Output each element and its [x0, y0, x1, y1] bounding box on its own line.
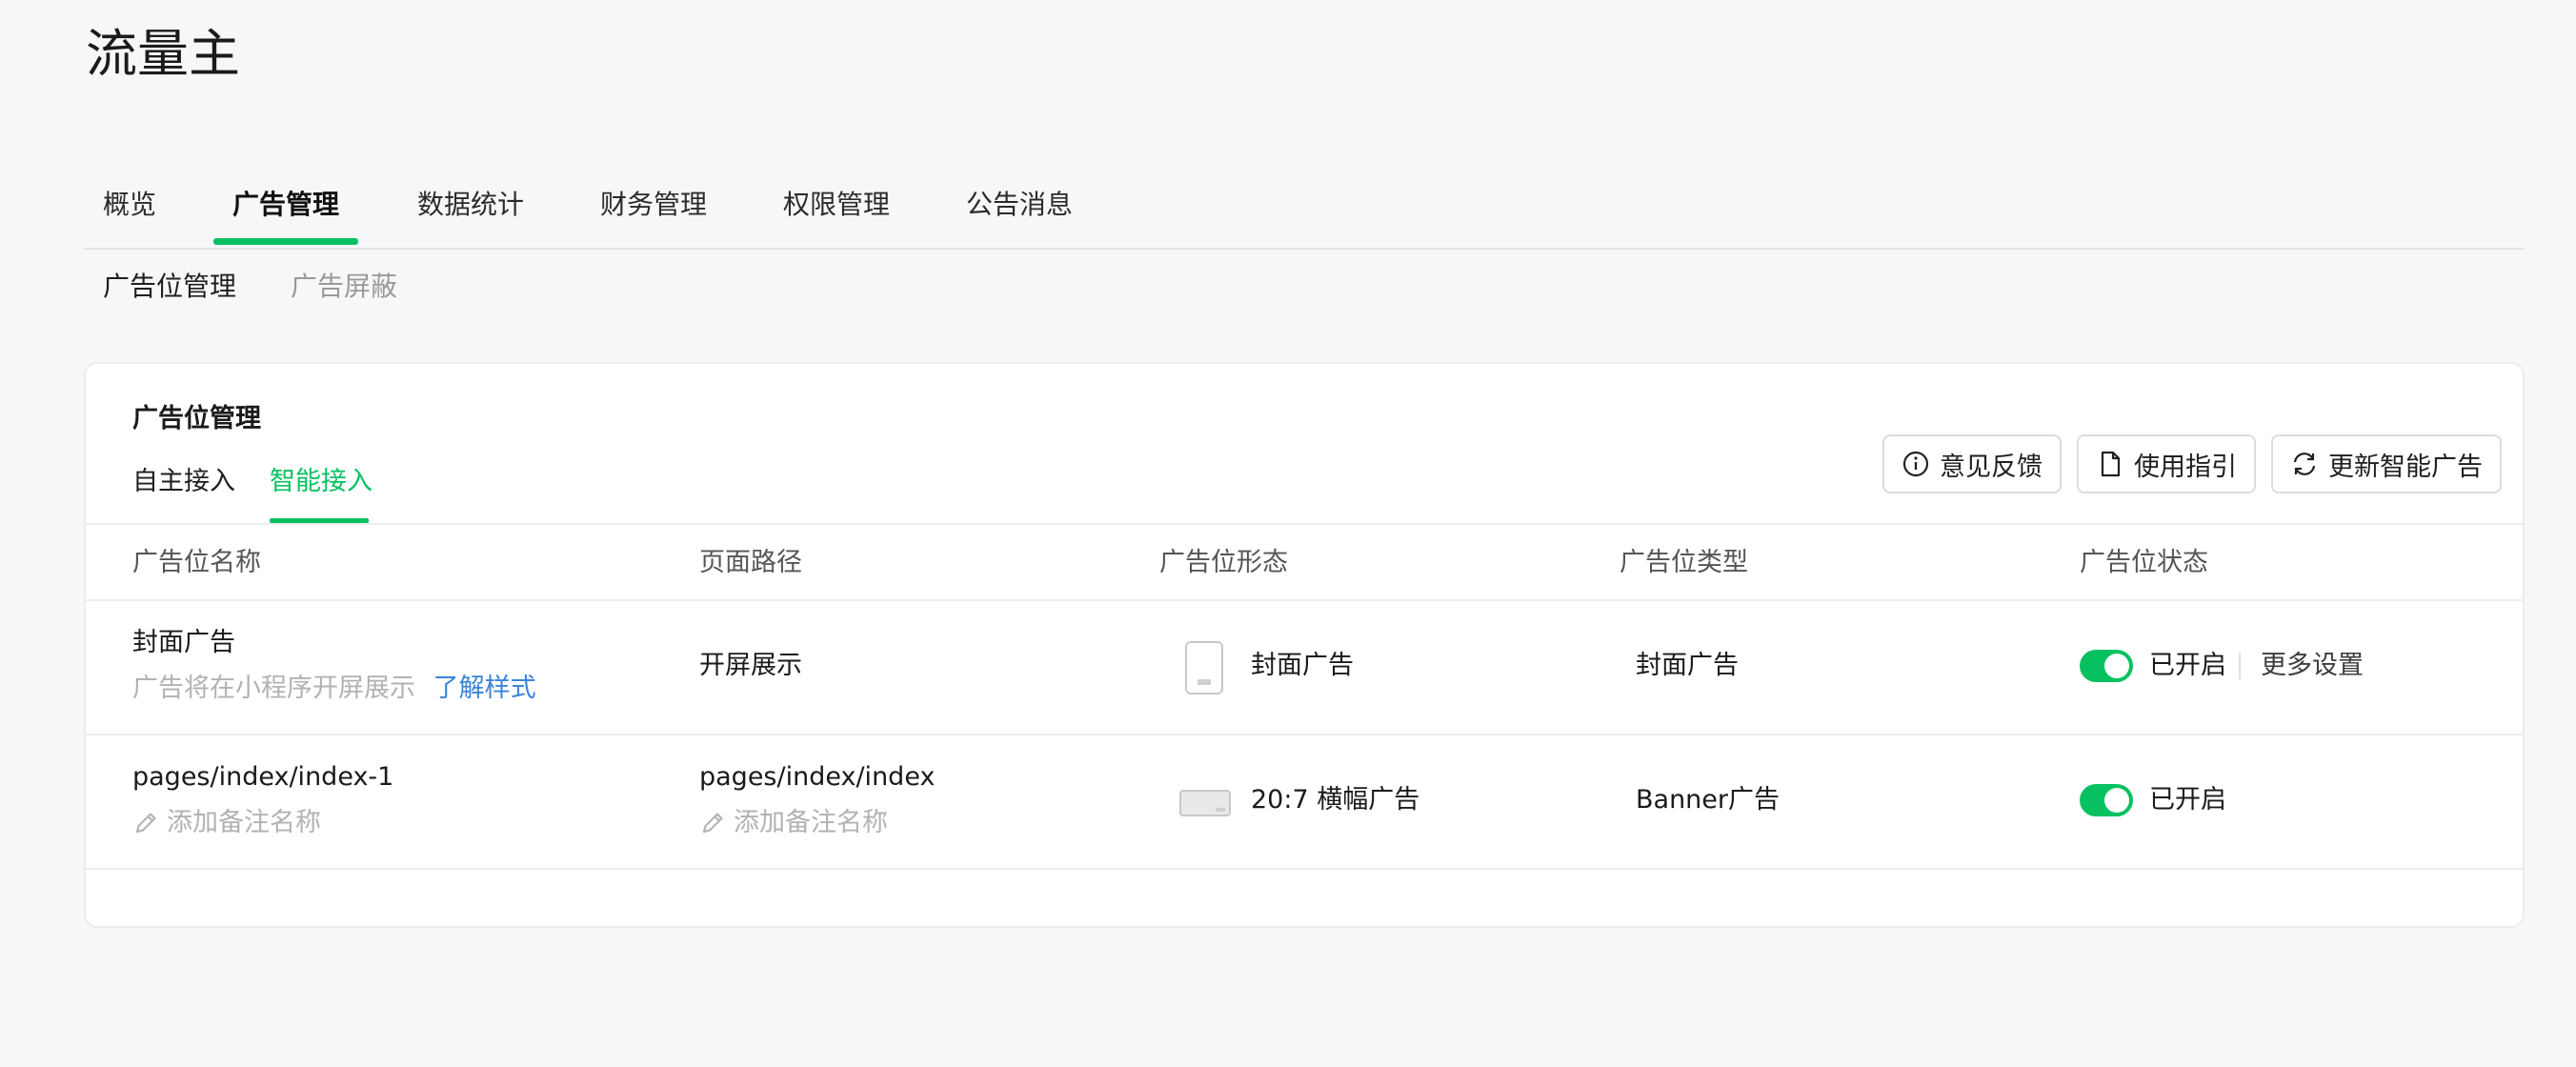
- status-label: 已开启: [2149, 651, 2226, 680]
- subtab-ad-slot-management[interactable]: 广告位管理: [103, 267, 236, 307]
- status-toggle[interactable]: [2080, 784, 2133, 816]
- tab-data-statistics[interactable]: 数据统计: [417, 183, 524, 227]
- tab-ad-management[interactable]: 广告管理: [232, 183, 339, 227]
- more-settings-link[interactable]: 更多设置: [2261, 647, 2364, 685]
- column-header-name: 广告位名称: [132, 548, 261, 577]
- refresh-smart-ads-button[interactable]: 更新智能广告: [2271, 434, 2502, 493]
- add-remark-name[interactable]: 添加备注名称: [132, 804, 321, 842]
- refresh-icon: [2293, 453, 2316, 475]
- ad-slot-name: pages/index/index-1: [132, 762, 394, 792]
- column-header-form: 广告位形态: [1159, 548, 1288, 577]
- ad-slot-type: Banner广告: [1636, 785, 1781, 815]
- tab-manual-integration[interactable]: 自主接入: [132, 463, 235, 501]
- subtab-ad-blocking[interactable]: 广告屏蔽: [291, 267, 397, 307]
- add-path-remark-label: 添加备注名称: [734, 808, 888, 837]
- banner-icon: [1179, 790, 1231, 816]
- usage-guide-label: 使用指引: [2134, 452, 2237, 482]
- page-path: 开屏展示: [699, 651, 802, 680]
- table-header: 广告位名称 页面路径 广告位形态 广告位类型 广告位状态: [86, 523, 2523, 601]
- pencil-icon: [703, 813, 723, 833]
- ad-slot-type: 封面广告: [1636, 651, 1739, 680]
- column-header-type: 广告位类型: [1620, 548, 1748, 577]
- tab-smart-integration[interactable]: 智能接入: [270, 463, 372, 501]
- ad-slot-name: 封面广告: [132, 628, 235, 657]
- tab-overview[interactable]: 概览: [103, 183, 156, 227]
- feedback-button[interactable]: 意见反馈: [1882, 434, 2062, 493]
- add-remark-name-label: 添加备注名称: [167, 808, 321, 837]
- status-toggle[interactable]: [2080, 650, 2133, 682]
- page-title: 流量主: [86, 24, 240, 84]
- ad-slot-form: 20:7 横幅广告: [1251, 785, 1420, 815]
- pencil-icon: [136, 813, 156, 833]
- feedback-label: 意见反馈: [1940, 452, 2043, 482]
- ad-slot-description: 广告将在小程序开屏展示 了解样式: [132, 670, 536, 708]
- refresh-smart-ads-label: 更新智能广告: [2328, 452, 2483, 482]
- tab-announcements[interactable]: 公告消息: [966, 183, 1073, 227]
- status-label: 已开启: [2149, 785, 2226, 815]
- card-title: 广告位管理: [132, 404, 261, 433]
- status-divider: [2239, 653, 2241, 679]
- column-header-path: 页面路径: [699, 548, 802, 577]
- table-row: 封面广告 广告将在小程序开屏展示 了解样式 开屏展示 封面广告 封面广告 已开启…: [86, 601, 2523, 735]
- tab-finance[interactable]: 财务管理: [600, 183, 707, 227]
- ad-slot-card: 广告位管理 自主接入 智能接入 意见反馈 使用指引 更新智能广告 广告位名称 页…: [84, 362, 2525, 928]
- phone-portrait-icon: [1185, 641, 1223, 695]
- document-icon: [2101, 451, 2121, 477]
- table-row: pages/index/index-1 添加备注名称 pages/index/i…: [86, 735, 2523, 870]
- tab-permissions[interactable]: 权限管理: [783, 183, 890, 227]
- ad-slot-description-text: 广告将在小程序开屏展示: [132, 674, 415, 703]
- add-path-remark[interactable]: 添加备注名称: [699, 804, 888, 842]
- page-path: pages/index/index: [699, 762, 936, 792]
- main-tab-bar: 概览 广告管理 数据统计 财务管理 权限管理 公告消息: [84, 171, 2525, 250]
- learn-style-link[interactable]: 了解样式: [433, 674, 536, 703]
- active-tab-indicator: [213, 238, 358, 245]
- info-icon: [1902, 451, 1929, 477]
- column-header-status: 广告位状态: [2080, 548, 2208, 577]
- ad-slot-form: 封面广告: [1251, 651, 1354, 680]
- usage-guide-button[interactable]: 使用指引: [2077, 434, 2256, 493]
